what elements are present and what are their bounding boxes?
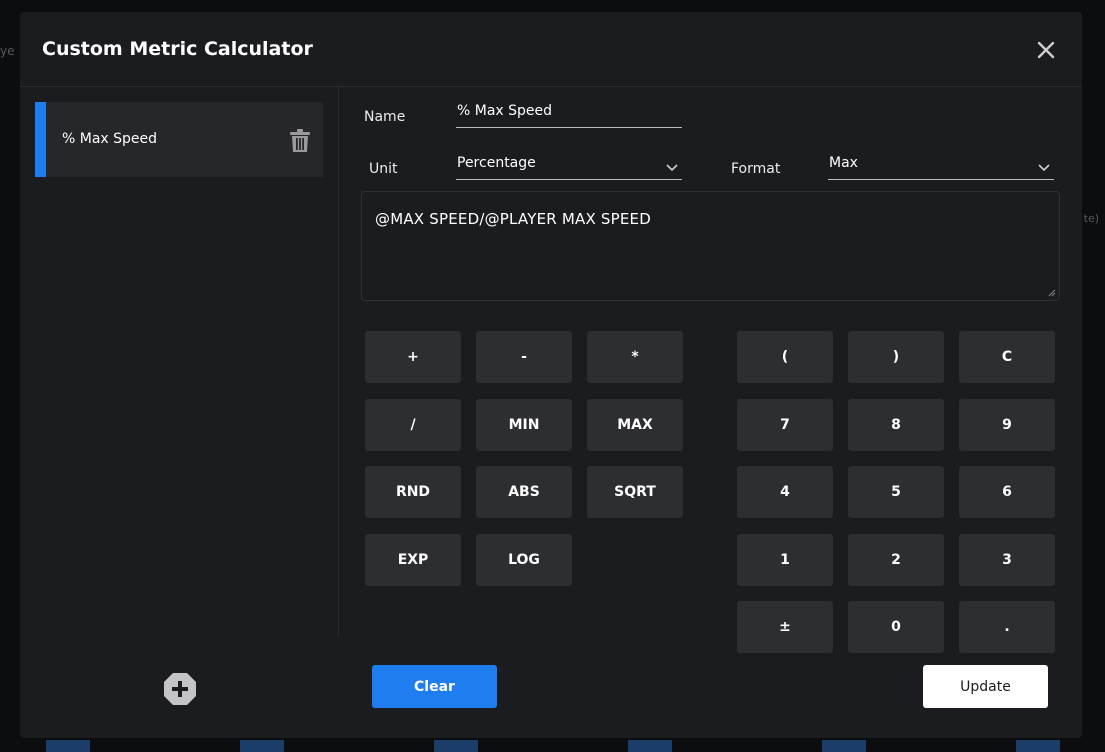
unit-select-value: Percentage — [457, 155, 536, 171]
chevron-down-icon — [1038, 164, 1050, 172]
formula-text: @MAX SPEED/@PLAYER MAX SPEED — [375, 210, 651, 228]
background-bar — [1016, 740, 1060, 752]
key-max[interactable]: MAX — [587, 399, 683, 451]
key-log[interactable]: LOG — [476, 534, 572, 586]
custom-metric-calculator-dialog: Custom Metric Calculator % Max Speed Nam… — [20, 12, 1082, 738]
key-close-paren[interactable]: ) — [848, 331, 944, 383]
format-select[interactable]: Max — [828, 152, 1054, 180]
key-4[interactable]: 4 — [737, 466, 833, 518]
background-bar — [822, 740, 866, 752]
key-7[interactable]: 7 — [737, 399, 833, 451]
key-3[interactable]: 3 — [959, 534, 1055, 586]
key-plus-minus[interactable]: ± — [737, 601, 833, 653]
update-button[interactable]: Update — [923, 665, 1048, 708]
resize-grip-icon[interactable] — [1048, 289, 1056, 297]
key-5[interactable]: 5 — [848, 466, 944, 518]
key-rnd[interactable]: RND — [365, 466, 461, 518]
delete-metric-button[interactable] — [289, 129, 311, 153]
key-min[interactable]: MIN — [476, 399, 572, 451]
unit-select[interactable]: Percentage — [456, 152, 682, 180]
metric-list-sidebar: % Max Speed — [20, 87, 338, 738]
clear-button[interactable]: Clear — [372, 665, 497, 708]
key-0[interactable]: 0 — [848, 601, 944, 653]
background-bar — [240, 740, 284, 752]
key-open-paren[interactable]: ( — [737, 331, 833, 383]
unit-label: Unit — [369, 161, 398, 177]
key-plus[interactable]: + — [365, 331, 461, 383]
format-label: Format — [731, 161, 781, 177]
background-text: te) — [1083, 212, 1099, 225]
background-text: ye — [0, 44, 15, 58]
panel-divider — [338, 87, 339, 637]
key-clear-entry[interactable]: C — [959, 331, 1055, 383]
selected-indicator — [35, 102, 46, 177]
background-bar — [628, 740, 672, 752]
dialog-title: Custom Metric Calculator — [42, 38, 313, 60]
key-2[interactable]: 2 — [848, 534, 944, 586]
formula-textarea[interactable]: @MAX SPEED/@PLAYER MAX SPEED — [361, 191, 1060, 301]
key-divide[interactable]: / — [365, 399, 461, 451]
chevron-down-icon — [666, 164, 678, 172]
close-icon — [1037, 41, 1055, 59]
metric-item-label: % Max Speed — [62, 131, 158, 147]
dialog-header: Custom Metric Calculator — [20, 12, 1082, 87]
name-label: Name — [364, 109, 406, 125]
format-select-value: Max — [829, 155, 858, 171]
key-minus[interactable]: - — [476, 331, 572, 383]
key-1[interactable]: 1 — [737, 534, 833, 586]
key-decimal[interactable]: . — [959, 601, 1055, 653]
name-field[interactable]: % Max Speed — [456, 100, 682, 128]
background-bar — [46, 740, 90, 752]
trash-icon — [290, 129, 310, 152]
add-metric-button[interactable] — [163, 672, 197, 706]
key-sqrt[interactable]: SQRT — [587, 466, 683, 518]
background-bar — [434, 740, 478, 752]
key-abs[interactable]: ABS — [476, 466, 572, 518]
key-exp[interactable]: EXP — [365, 534, 461, 586]
key-9[interactable]: 9 — [959, 399, 1055, 451]
background-bars — [0, 738, 1105, 752]
key-8[interactable]: 8 — [848, 399, 944, 451]
metric-list-item[interactable]: % Max Speed — [35, 102, 323, 177]
add-circle-icon — [164, 673, 196, 705]
key-multiply[interactable]: * — [587, 331, 683, 383]
close-button[interactable] — [1036, 40, 1056, 60]
key-6[interactable]: 6 — [959, 466, 1055, 518]
